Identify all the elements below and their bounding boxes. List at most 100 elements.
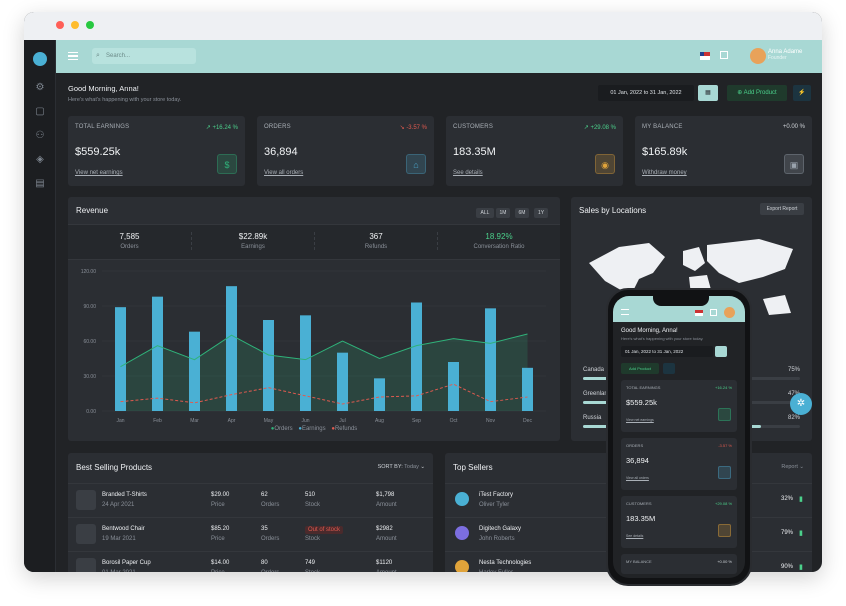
maximize-dot[interactable] — [86, 21, 94, 29]
date-range-picker[interactable]: 01 Jan, 2022 to 31 Jan, 2022 — [598, 85, 694, 101]
x-tick-label: Sep — [412, 418, 421, 423]
menu-icon[interactable] — [68, 52, 78, 60]
seller-logo-icon — [455, 492, 469, 506]
seller-logo-icon — [455, 526, 469, 540]
phone-stat-percent: +29.08 % — [714, 501, 732, 506]
stat-percent: ↘ -3.57 % — [399, 125, 427, 131]
report-dropdown[interactable]: Report ⌄ — [781, 464, 804, 470]
sort-dropdown[interactable]: SORT BY: Today ⌄ — [378, 464, 425, 470]
col-label: Orders — [261, 570, 279, 572]
seller-name[interactable]: Digitech Galaxy — [479, 526, 521, 532]
phone-subtitle: Here's what's happening with your store … — [621, 336, 704, 341]
document-icon[interactable]: ▤ — [34, 178, 46, 190]
phone-date-range[interactable]: 01 Jan, 2022 to 31 Jan, 2022 — [621, 346, 713, 357]
phone-stat-percent: +16.24 % — [714, 385, 732, 390]
minimize-dot[interactable] — [71, 21, 79, 29]
product-name[interactable]: Borosil Paper Cup — [102, 560, 151, 566]
col-label: Stock — [305, 570, 320, 572]
product-price: $14.00 — [211, 560, 230, 566]
product-name[interactable]: Branded T-Shirts — [102, 492, 147, 498]
products-title: Best Selling Products — [76, 463, 153, 472]
product-row[interactable]: Bentwood Chair 19 Mar 2021 $85.20 Price 35 Or… — [68, 517, 433, 551]
stat-card: ORDERS ↘ -3.57 % 36,894 View all orders ⌂ — [257, 116, 434, 186]
col-label: Stock — [305, 536, 321, 542]
seller-percent: 32% — [781, 496, 794, 502]
range-6m-button[interactable]: 6M — [515, 208, 529, 218]
phone-calendar-button[interactable] — [715, 346, 727, 357]
box-icon[interactable]: ◈ — [34, 154, 46, 166]
phone-stat-link[interactable]: See details — [626, 534, 643, 538]
greeting-title: Good Morning, Anna! — [68, 84, 139, 93]
calendar-button[interactable]: ▦ — [698, 85, 718, 101]
activity-button[interactable]: ⚡ — [793, 85, 811, 101]
phone-activity-button[interactable] — [663, 363, 675, 374]
seller-owner: Oliver Tyler — [479, 502, 510, 508]
stat-link[interactable]: Withdraw money — [642, 170, 687, 176]
users-icon[interactable]: ⚇ — [34, 130, 46, 142]
stat-link[interactable]: View net earnings — [75, 170, 123, 176]
product-row[interactable]: Borosil Paper Cup 01 Mar 2021 $14.00 Price 8… — [68, 551, 433, 572]
product-price: $29.00 — [211, 492, 230, 498]
earnings-bar — [485, 308, 496, 411]
seller-name[interactable]: iTest Factory — [479, 492, 513, 498]
phone-stat-card: ORDERS -3.57 % 36,894 View all orders — [621, 438, 737, 490]
product-amount: $1,798 — [376, 492, 395, 498]
user-role: Founder — [768, 55, 787, 61]
phone-stat-link[interactable]: View net earnings — [626, 418, 654, 422]
close-dot[interactable] — [56, 21, 64, 29]
stat-percent: ↗ +29.08 % — [583, 125, 616, 131]
phone-menu-icon[interactable] — [621, 309, 629, 315]
phone-flag-icon[interactable] — [695, 310, 703, 316]
stat-value: $559.25k — [75, 146, 121, 158]
seller-name[interactable]: Nesta Technologies — [479, 560, 531, 566]
range-1y-button[interactable]: 1Y — [534, 208, 548, 218]
product-date: 01 Mar 2021 — [102, 570, 136, 572]
flag-icon[interactable] — [700, 52, 710, 60]
bar-chart-icon: ▮ — [799, 496, 803, 503]
x-tick-label: Jul — [339, 418, 345, 423]
earnings-bar — [226, 286, 237, 411]
locations-title: Sales by Locations — [579, 206, 647, 215]
phone-stat-link[interactable]: View all orders — [626, 476, 649, 480]
fullscreen-icon[interactable] — [720, 51, 728, 59]
phone-notch — [653, 296, 709, 306]
briefcase-icon[interactable]: ▢ — [34, 106, 46, 118]
seller-percent: 79% — [781, 530, 794, 536]
product-amount: $2982 — [376, 526, 393, 532]
seller-percent: 90% — [781, 564, 794, 570]
x-tick-label: Feb — [153, 418, 162, 423]
stat-percent: ↗ +16.24 % — [205, 125, 238, 131]
product-date: 19 Mar 2021 — [102, 536, 136, 542]
logo-icon[interactable] — [33, 52, 47, 66]
product-row[interactable]: Branded T-Shirts 24 Apr 2021 $29.00 Price 62… — [68, 483, 433, 517]
product-orders: 62 — [261, 492, 268, 498]
search-input[interactable]: ⌕ Search... — [92, 48, 196, 64]
col-label: Orders — [261, 536, 280, 542]
range-1m-button[interactable]: 1M — [496, 208, 510, 218]
phone-fullscreen-icon[interactable] — [710, 309, 717, 316]
gear-icon[interactable]: ⚙ — [34, 82, 46, 94]
range-all-button[interactable]: ALL — [476, 208, 494, 218]
phone-stat-value: $559.25k — [626, 398, 657, 407]
y-tick-label: 0.00 — [86, 409, 96, 415]
stat-link[interactable]: See details — [453, 170, 483, 176]
earnings-bar — [189, 331, 200, 411]
product-orders: 80 — [261, 560, 268, 566]
y-tick-label: 30.00 — [83, 374, 96, 380]
add-product-button[interactable]: ⊕ Add Product — [727, 85, 787, 101]
greeting-block: Good Morning, Anna! Here's what's happen… — [68, 84, 181, 103]
earnings-bar — [448, 362, 459, 411]
product-date: 24 Apr 2021 — [102, 502, 135, 508]
phone-add-product-button[interactable]: Add Product — [621, 363, 659, 374]
col-label: Amount — [376, 502, 397, 508]
avatar[interactable] — [750, 48, 766, 64]
col-label: Amount — [376, 570, 397, 572]
stat-icon: ⌂ — [406, 154, 426, 174]
stat-link[interactable]: View all orders — [264, 170, 303, 176]
export-report-button[interactable]: Export Report — [760, 203, 804, 215]
range-buttons: ALL 1M 6M 1Y — [476, 204, 550, 220]
col-label: Amount — [376, 536, 397, 542]
product-name[interactable]: Bentwood Chair — [102, 526, 145, 532]
settings-fab[interactable]: ✲ — [790, 393, 812, 415]
phone-avatar[interactable] — [724, 307, 735, 318]
